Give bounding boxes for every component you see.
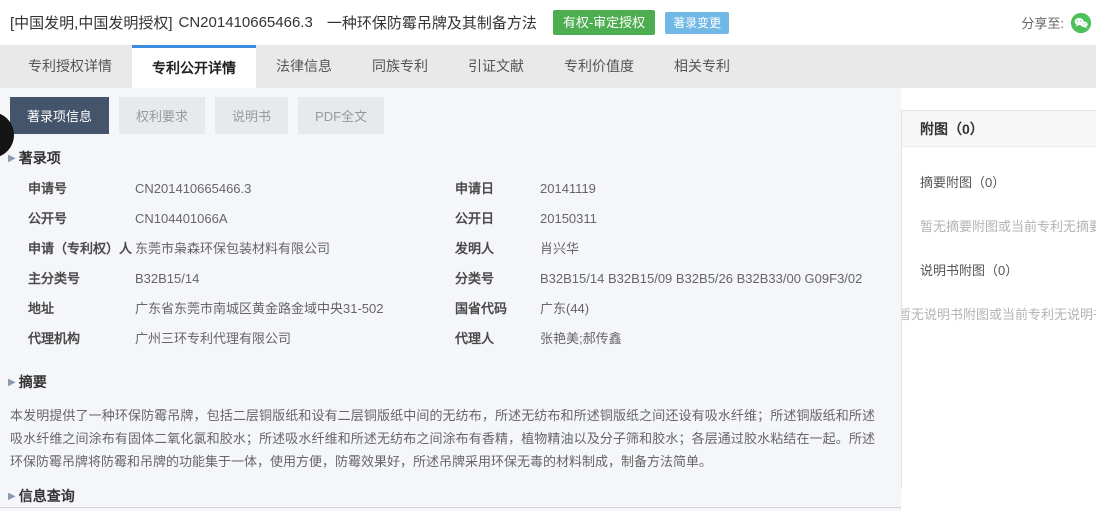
- field-row-application-date: 申请日 20141119: [455, 178, 901, 199]
- wechat-share-icon[interactable]: [1070, 12, 1092, 34]
- field-row-address: 地址 广东省东莞市南城区黄金路金域中央31-502: [28, 298, 455, 319]
- abstract-text: 本发明提供了一种环保防霉吊牌，包括二层铜版纸和设有二层铜版纸中间的无纺布，所述无…: [10, 404, 875, 473]
- tab-patent-value[interactable]: 专利价值度: [544, 45, 654, 88]
- patent-detail-page: [中国发明,中国发明授权] CN201410665466.3 一种环保防霉吊牌及…: [0, 0, 1096, 511]
- field-row-province-code: 国省代码 广东(44): [455, 298, 901, 319]
- field-row-applicant: 申请（专利权）人 东莞市枭森环保包装材料有限公司: [28, 238, 455, 259]
- share-label: 分享至:: [1021, 13, 1064, 32]
- description-figure-empty-text: 暂无说明书附图或当前专利无说明书附图: [901, 304, 1096, 323]
- abstract-section-title: 摘要: [19, 372, 47, 392]
- subnav-biblio-info[interactable]: 著录项信息: [10, 97, 109, 134]
- biblio-fields: 申请号 CN201410665466.3 公开号 CN104401066A 申请…: [0, 178, 901, 358]
- abstract-figure-empty-text: 暂无摘要附图或当前专利无摘要附图: [902, 216, 1096, 235]
- figures-panel-title: 附图（0）: [902, 111, 1096, 147]
- description-figure-title: 说明书附图（0）: [902, 260, 1096, 279]
- tab-legal-info[interactable]: 法律信息: [256, 45, 352, 88]
- abstract-section-header[interactable]: ▶ 摘要: [8, 372, 901, 392]
- patent-category-prefix: [中国发明,中国发明授权]: [10, 12, 173, 33]
- divider: [0, 507, 901, 508]
- info-query-section-title: 信息查询: [19, 486, 75, 506]
- field-row-agency: 代理机构 广州三环专利代理有限公司: [28, 328, 455, 349]
- field-row-publication-number: 公开号 CN104401066A: [28, 208, 455, 229]
- field-row-inventor: 发明人 肖兴华: [455, 238, 901, 259]
- info-query-section-header[interactable]: ▶ 信息查询: [8, 486, 901, 506]
- sub-navigation: 著录项信息 权利要求 说明书 PDF全文: [10, 97, 901, 134]
- section-arrow-icon: ▶: [8, 377, 16, 388]
- biblio-section-title: 著录项: [19, 148, 61, 168]
- field-row-agent: 代理人 张艳美;郝传鑫: [455, 328, 901, 349]
- field-row-publication-date: 公开日 20150311: [455, 208, 901, 229]
- subnav-pdf-fulltext[interactable]: PDF全文: [298, 97, 384, 134]
- page-title: [中国发明,中国发明授权] CN201410665466.3 一种环保防霉吊牌及…: [10, 12, 537, 33]
- abstract-figure-title: 摘要附图（0）: [902, 172, 1096, 191]
- main-tabbar: 专利授权详情 专利公开详情 法律信息 同族专利 引证文献 专利价值度 相关专利: [0, 45, 1096, 88]
- field-row-main-ipc: 主分类号 B32B15/14: [28, 268, 455, 289]
- figures-panel: 附图（0） 摘要附图（0） 暂无摘要附图或当前专利无摘要附图 说明书附图（0） …: [901, 110, 1096, 489]
- biblio-section-header[interactable]: ▶ 著录项: [8, 148, 901, 168]
- subnav-claims[interactable]: 权利要求: [119, 97, 205, 134]
- share-box: 分享至:: [1021, 0, 1092, 45]
- patent-title: 一种环保防霉吊牌及其制备方法: [327, 12, 537, 33]
- field-row-ipc-classes: 分类号 B32B15/14 B32B15/09 B32B5/26 B32B33/…: [455, 268, 901, 289]
- section-arrow-icon: ▶: [8, 491, 16, 502]
- field-row-application-number: 申请号 CN201410665466.3: [28, 178, 455, 199]
- tab-publication-detail[interactable]: 专利公开详情: [132, 45, 256, 88]
- figures-sidebar: 附图（0） 摘要附图（0） 暂无摘要附图或当前专利无摘要附图 说明书附图（0） …: [901, 88, 1096, 511]
- subnav-description[interactable]: 说明书: [215, 97, 288, 134]
- tab-family-patents[interactable]: 同族专利: [352, 45, 448, 88]
- main-panel: 著录项信息 权利要求 说明书 PDF全文 ▶ 著录项 申请号 CN2014106…: [0, 88, 901, 511]
- page-header: [中国发明,中国发明授权] CN201410665466.3 一种环保防霉吊牌及…: [0, 0, 1096, 45]
- tab-related-patents[interactable]: 相关专利: [654, 45, 750, 88]
- biblio-left-column: 申请号 CN201410665466.3 公开号 CN104401066A 申请…: [0, 178, 455, 358]
- patent-number: CN201410665466.3: [179, 14, 313, 31]
- biblio-right-column: 申请日 20141119 公开日 20150311 发明人 肖兴华 分类号 B3…: [455, 178, 901, 358]
- section-arrow-icon: ▶: [8, 153, 16, 164]
- tab-cited-documents[interactable]: 引证文献: [448, 45, 544, 88]
- content-area: 著录项信息 权利要求 说明书 PDF全文 ▶ 著录项 申请号 CN2014106…: [0, 88, 1096, 511]
- change-badge[interactable]: 著录变更: [665, 12, 729, 34]
- status-badge: 有权-审定授权: [553, 10, 655, 35]
- tab-granted-detail[interactable]: 专利授权详情: [8, 45, 132, 88]
